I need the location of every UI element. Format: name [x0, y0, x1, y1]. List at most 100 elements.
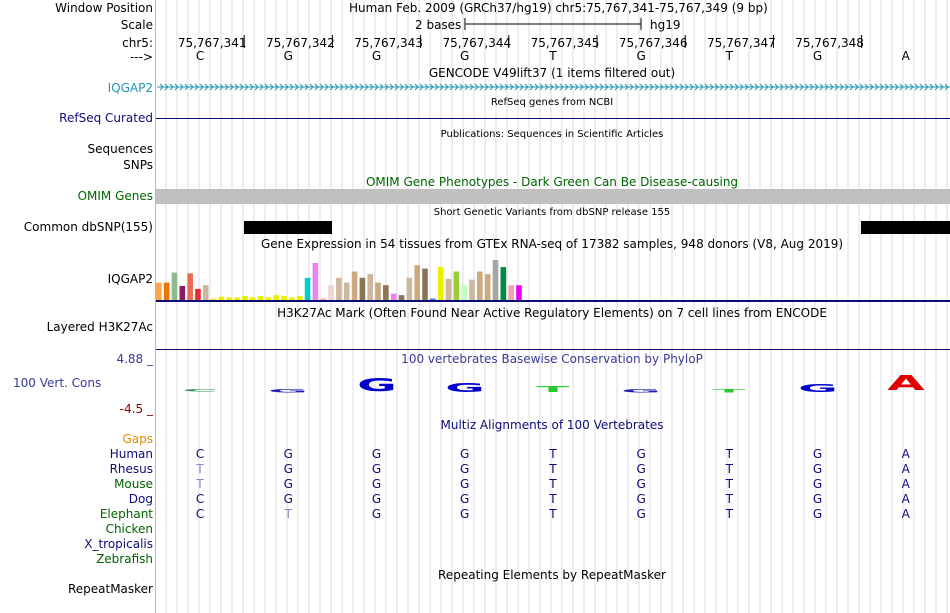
gencode-track-title: GENCODE V49lift37 (1 items filtered out) — [428, 66, 676, 80]
dbsnp-variant-left[interactable] — [244, 221, 332, 234]
multiz-species-label[interactable]: Elephant — [100, 507, 153, 521]
multiz-species-label[interactable]: Rhesus — [110, 462, 153, 476]
multiz-base: G — [371, 477, 382, 491]
gtex-bar — [492, 260, 499, 300]
multiz-base: G — [371, 462, 382, 476]
multiz-base: G — [283, 462, 293, 476]
scale-assembly: hg19 — [650, 18, 681, 32]
ruler-position-label: 75,767,342 — [266, 36, 335, 50]
omim-track-label[interactable]: OMIM Genes — [78, 189, 153, 203]
gtex-bar — [367, 274, 374, 300]
multiz-species-label[interactable]: Chicken — [106, 522, 153, 536]
multiz-base: G — [283, 492, 293, 506]
dbsnp-track-title: Short Genetic Variants from dbSNP releas… — [433, 207, 671, 218]
ruler-base: G — [812, 49, 823, 63]
refseq-gene-line[interactable] — [156, 118, 950, 119]
h3k27ac-track-label[interactable]: Layered H3K27Ac — [47, 320, 153, 334]
multiz-species-label[interactable]: Mouse — [114, 477, 153, 491]
refseq-track-label[interactable]: RefSeq Curated — [59, 111, 153, 125]
window-position-text: Human Feb. 2009 (GRCh37/hg19) chr5:75,76… — [349, 1, 768, 15]
multiz-species-label[interactable]: Human — [110, 447, 153, 461]
ruler-position-label: 75,767,343 — [354, 36, 423, 50]
genome-browser-image[interactable]: Window Position Human Feb. 2009 (GRCh37/… — [0, 0, 950, 613]
label-divider — [155, 0, 156, 613]
multiz-track-title: Multiz Alignments of 100 Vertebrates — [440, 418, 664, 432]
multiz-base: G — [460, 507, 470, 521]
multiz-species-label[interactable]: Dog — [129, 492, 153, 506]
multiz-base: T — [725, 447, 733, 461]
ruler-position-label: 75,767,347 — [707, 36, 776, 50]
multiz-base: T — [196, 462, 204, 476]
gtex-bar — [445, 278, 452, 300]
omim-phenotype-bar[interactable] — [156, 189, 950, 204]
multiz-base: C — [195, 447, 205, 461]
multiz-base: A — [901, 477, 910, 491]
multiz-base: G — [812, 477, 823, 491]
dbsnp-track-label[interactable]: Common dbSNP(155) — [24, 220, 153, 234]
multiz-base: T — [725, 477, 733, 491]
scale-text: 2 bases — [415, 18, 462, 32]
multiz-base: G — [812, 507, 823, 521]
gtex-track-label[interactable]: IQGAP2 — [108, 272, 153, 286]
multiz-base: T — [284, 507, 292, 521]
gtex-bar — [406, 277, 413, 300]
gtex-bar — [312, 263, 319, 300]
gtex-bar — [375, 282, 381, 300]
phylop-logo-letter: A — [886, 372, 925, 396]
gtex-bar — [469, 279, 475, 300]
multiz-base: G — [460, 492, 470, 506]
multiz-base: G — [812, 492, 823, 506]
multiz-gaps-label[interactable]: Gaps — [122, 432, 153, 446]
multiz-base: G — [636, 492, 646, 506]
ruler-position-label: 75,767,348 — [795, 36, 864, 50]
h3k27ac-track-title: H3K27Ac Mark (Often Found Near Active Re… — [277, 306, 827, 320]
gtex-bar — [453, 271, 460, 300]
strand-label: ---> — [129, 50, 153, 64]
multiz-base: T — [549, 507, 557, 521]
multiz-species-label[interactable]: X_tropicalis — [84, 537, 153, 551]
multiz-base: G — [371, 492, 382, 506]
phylop-logo-letter: T — [536, 385, 570, 395]
multiz-base: G — [812, 447, 823, 461]
phylop-logo-letter: G — [797, 382, 838, 395]
phylop-logo-letter: T — [712, 387, 746, 394]
h3k27ac-baseline — [156, 349, 950, 350]
multiz-base: G — [460, 447, 470, 461]
gtex-bar — [500, 267, 507, 300]
chrom-label: chr5: — [122, 36, 153, 50]
multiz-base: T — [725, 462, 733, 476]
gtex-bar — [163, 282, 170, 300]
multiz-base: T — [196, 477, 204, 491]
multiz-base: T — [725, 507, 733, 521]
publications-snps-label[interactable]: SNPs — [123, 158, 153, 172]
ruler-position-label: 75,767,344 — [442, 36, 512, 50]
multiz-species-label[interactable]: Zebrafish — [96, 552, 153, 566]
ruler-base: G — [460, 49, 470, 63]
multiz-base: T — [549, 492, 557, 506]
multiz-base: G — [371, 447, 382, 461]
multiz-base: G — [636, 462, 646, 476]
gtex-bar — [461, 285, 467, 300]
gtex-bar — [179, 285, 186, 300]
gtex-bar — [202, 285, 209, 300]
multiz-base: A — [901, 447, 910, 461]
multiz-base: G — [371, 507, 382, 521]
gtex-bar — [156, 282, 162, 300]
ruler-position-label: 75,767,345 — [530, 36, 600, 50]
multiz-base: G — [636, 477, 646, 491]
gtex-track-title: Gene Expression in 54 tissues from GTEx … — [260, 237, 844, 251]
publications-sequences-label[interactable]: Sequences — [88, 142, 153, 156]
phylop-logo-letter: G — [621, 387, 661, 394]
repeatmasker-track-label[interactable]: RepeatMasker — [68, 582, 153, 596]
gtex-bar — [516, 285, 522, 300]
ruler-base: T — [549, 49, 557, 63]
refseq-track-title: RefSeq genes from NCBI — [490, 97, 614, 108]
dbsnp-variant-right[interactable] — [861, 221, 950, 234]
gtex-gene-line — [156, 300, 950, 302]
gtex-bar — [328, 285, 334, 300]
gencode-track-label[interactable]: IQGAP2 — [108, 81, 153, 95]
multiz-base: C — [195, 507, 205, 521]
phylop-logo-letter: G — [356, 375, 397, 396]
phylop-track-label[interactable]: 100 Vert. Cons — [13, 376, 101, 390]
multiz-base: A — [901, 462, 910, 476]
